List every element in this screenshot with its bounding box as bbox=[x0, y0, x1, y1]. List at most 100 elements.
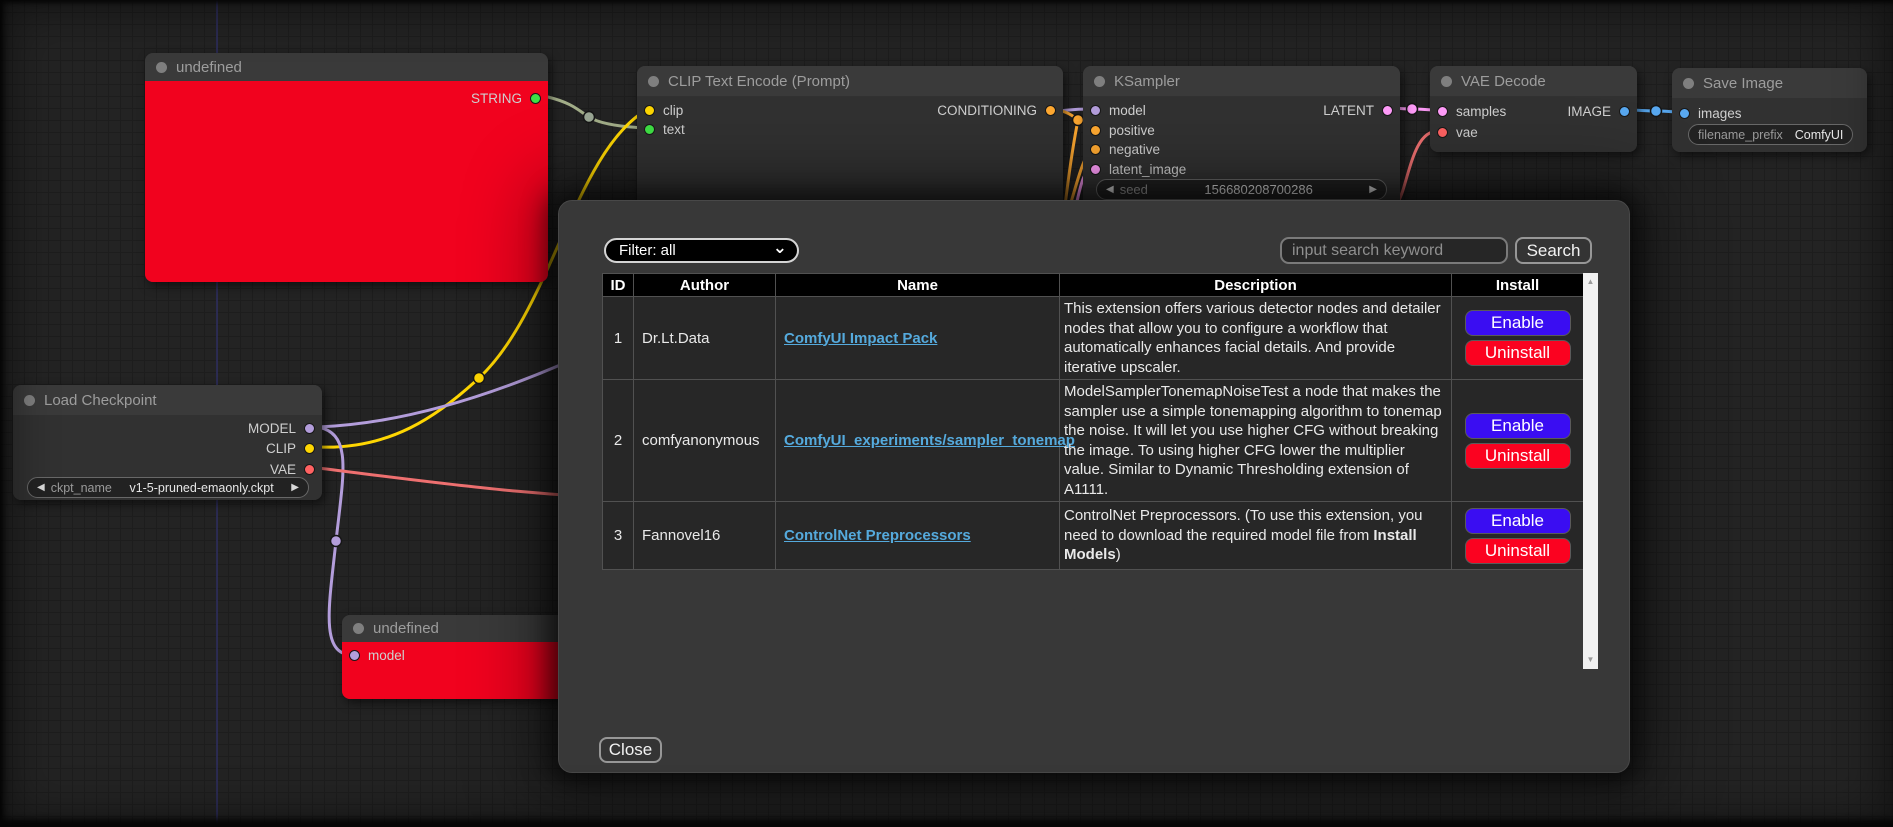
reroute-dot-image[interactable] bbox=[1651, 106, 1662, 117]
port-label: latent_image bbox=[1109, 162, 1186, 177]
header-id: ID bbox=[603, 274, 634, 297]
output-port-model[interactable]: MODEL bbox=[248, 419, 315, 437]
node-title-bar[interactable]: VAE Decode bbox=[1430, 66, 1637, 96]
node-save-image[interactable]: Save Image images filename_prefix ComfyU… bbox=[1672, 68, 1867, 152]
enable-button[interactable]: Enable bbox=[1465, 508, 1571, 534]
node-title-bar[interactable]: KSampler bbox=[1083, 66, 1400, 96]
extension-table: ID Author Name Description Install 1 Dr.… bbox=[602, 273, 1584, 570]
decrement-arrow-icon[interactable]: ◀ bbox=[1106, 185, 1114, 195]
reroute-dot-cond[interactable] bbox=[1073, 115, 1084, 126]
table-header-row: ID Author Name Description Install bbox=[603, 274, 1584, 297]
input-port-model[interactable]: model bbox=[1090, 101, 1146, 119]
port-label: CLIP bbox=[266, 441, 296, 456]
string-port-icon[interactable] bbox=[530, 93, 541, 104]
node-body: MODEL CLIP VAE ◀ ckpt_name v1-5-pruned-e… bbox=[13, 415, 322, 500]
node-title-bar[interactable]: CLIP Text Encode (Prompt) bbox=[637, 66, 1063, 96]
clip-port-icon[interactable] bbox=[644, 105, 655, 116]
port-label: negative bbox=[1109, 142, 1160, 157]
node-body: model positive negative latent_image LAT… bbox=[1083, 96, 1400, 212]
model-port-icon[interactable] bbox=[349, 650, 360, 661]
reroute-dot-model[interactable] bbox=[331, 536, 342, 547]
model-port-icon[interactable] bbox=[1090, 105, 1101, 116]
wire-string bbox=[548, 97, 648, 128]
latent-port-icon[interactable] bbox=[1382, 105, 1393, 116]
increment-arrow-icon[interactable]: ▶ bbox=[1369, 185, 1377, 195]
extension-table-scroll-area[interactable]: ID Author Name Description Install 1 Dr.… bbox=[602, 273, 1598, 670]
extension-link[interactable]: ControlNet Preprocessors bbox=[784, 527, 971, 544]
vae-port-icon[interactable] bbox=[1437, 127, 1448, 138]
ckpt-name-widget[interactable]: ◀ ckpt_name v1-5-pruned-emaonly.ckpt ▶ bbox=[27, 477, 309, 498]
node-undefined-top[interactable]: undefined STRING bbox=[145, 53, 548, 282]
clip-port-icon[interactable] bbox=[304, 443, 315, 454]
input-port-vae[interactable]: vae bbox=[1437, 123, 1478, 141]
output-port-image[interactable]: IMAGE bbox=[1567, 102, 1630, 120]
node-title-bar[interactable]: Save Image bbox=[1672, 68, 1867, 98]
search-button[interactable]: Search bbox=[1515, 237, 1592, 264]
input-port-latent-image[interactable]: latent_image bbox=[1090, 160, 1186, 178]
reroute-dot-clip[interactable] bbox=[474, 373, 485, 384]
image-port-icon[interactable] bbox=[1619, 106, 1630, 117]
seed-widget[interactable]: ◀ seed 156680208700286 ▶ bbox=[1096, 179, 1387, 200]
scroll-up-icon[interactable]: ▲ bbox=[1583, 275, 1598, 289]
model-port-icon[interactable] bbox=[304, 423, 315, 434]
cell-description: ModelSamplerTonemapNoiseTest a node that… bbox=[1060, 380, 1452, 502]
port-label: clip bbox=[663, 103, 683, 118]
node-clip-text-encode[interactable]: CLIP Text Encode (Prompt) clip text COND… bbox=[637, 66, 1063, 212]
port-label: positive bbox=[1109, 123, 1155, 138]
node-title-bar[interactable]: undefined bbox=[145, 53, 548, 81]
conditioning-port-icon[interactable] bbox=[1090, 125, 1101, 136]
search-input[interactable] bbox=[1280, 237, 1508, 264]
image-port-icon[interactable] bbox=[1679, 108, 1690, 119]
input-port-positive[interactable]: positive bbox=[1090, 121, 1155, 139]
cell-author: Dr.Lt.Data bbox=[634, 297, 776, 380]
node-status-dot-icon bbox=[156, 62, 167, 73]
vae-port-icon[interactable] bbox=[304, 464, 315, 475]
table-row: 1 Dr.Lt.Data ComfyUI Impact Pack This ex… bbox=[603, 297, 1584, 380]
output-port-clip[interactable]: CLIP bbox=[266, 439, 315, 457]
output-port-string[interactable]: STRING bbox=[471, 89, 541, 107]
output-port-vae[interactable]: VAE bbox=[270, 460, 315, 478]
text-port-icon[interactable] bbox=[644, 124, 655, 135]
input-port-negative[interactable]: negative bbox=[1090, 140, 1160, 158]
port-label: IMAGE bbox=[1567, 104, 1611, 119]
input-port-images[interactable]: images bbox=[1679, 104, 1742, 122]
reroute-dot-string[interactable] bbox=[584, 112, 595, 123]
uninstall-button[interactable]: Uninstall bbox=[1465, 443, 1571, 469]
next-arrow-icon[interactable]: ▶ bbox=[291, 483, 299, 493]
enable-button[interactable]: Enable bbox=[1465, 310, 1571, 336]
close-button[interactable]: Close bbox=[599, 737, 662, 763]
uninstall-button[interactable]: Uninstall bbox=[1465, 340, 1571, 366]
output-port-conditioning[interactable]: CONDITIONING bbox=[937, 101, 1056, 119]
vertical-scrollbar[interactable]: ▲ ▼ bbox=[1583, 273, 1598, 669]
port-label: images bbox=[1698, 106, 1742, 121]
scroll-down-icon[interactable]: ▼ bbox=[1583, 653, 1598, 667]
node-vae-decode[interactable]: VAE Decode samples vae IMAGE bbox=[1430, 66, 1637, 152]
cell-author: comfyanonymous bbox=[634, 380, 776, 502]
conditioning-port-icon[interactable] bbox=[1090, 144, 1101, 155]
widget-label: ckpt_name bbox=[51, 481, 112, 495]
latent-port-icon[interactable] bbox=[1090, 164, 1101, 175]
enable-button[interactable]: Enable bbox=[1465, 413, 1571, 439]
uninstall-button[interactable]: Uninstall bbox=[1465, 538, 1571, 564]
description-text: ControlNet Preprocessors. (To use this e… bbox=[1064, 507, 1423, 544]
filename-prefix-widget[interactable]: filename_prefix ComfyUI bbox=[1688, 124, 1853, 145]
node-title-bar[interactable]: Load Checkpoint bbox=[13, 385, 322, 415]
node-undefined-bottom[interactable]: undefined model bbox=[342, 615, 580, 699]
node-load-checkpoint[interactable]: Load Checkpoint MODEL CLIP VAE ◀ ckpt_na… bbox=[13, 385, 322, 500]
comfyui-canvas[interactable]: undefined STRING CLIP Text Encode (Promp… bbox=[0, 0, 1893, 827]
node-title-bar[interactable]: undefined bbox=[342, 615, 580, 642]
output-port-latent[interactable]: LATENT bbox=[1323, 101, 1393, 119]
input-port-clip[interactable]: clip bbox=[644, 101, 683, 119]
cell-id: 2 bbox=[603, 380, 634, 502]
prev-arrow-icon[interactable]: ◀ bbox=[37, 483, 45, 493]
extension-link[interactable]: ComfyUI_experiments/sampler_tonemap bbox=[784, 432, 1075, 449]
extension-link[interactable]: ComfyUI Impact Pack bbox=[784, 330, 937, 347]
reroute-dot-latent[interactable] bbox=[1407, 104, 1418, 115]
input-port-model[interactable]: model bbox=[349, 646, 405, 664]
filter-select[interactable]: Filter: all ⌄ bbox=[604, 238, 799, 263]
conditioning-port-icon[interactable] bbox=[1045, 105, 1056, 116]
input-port-text[interactable]: text bbox=[644, 120, 685, 138]
node-ksampler[interactable]: KSampler model positive negative latent_… bbox=[1083, 66, 1400, 212]
input-port-samples[interactable]: samples bbox=[1437, 102, 1506, 120]
latent-port-icon[interactable] bbox=[1437, 106, 1448, 117]
